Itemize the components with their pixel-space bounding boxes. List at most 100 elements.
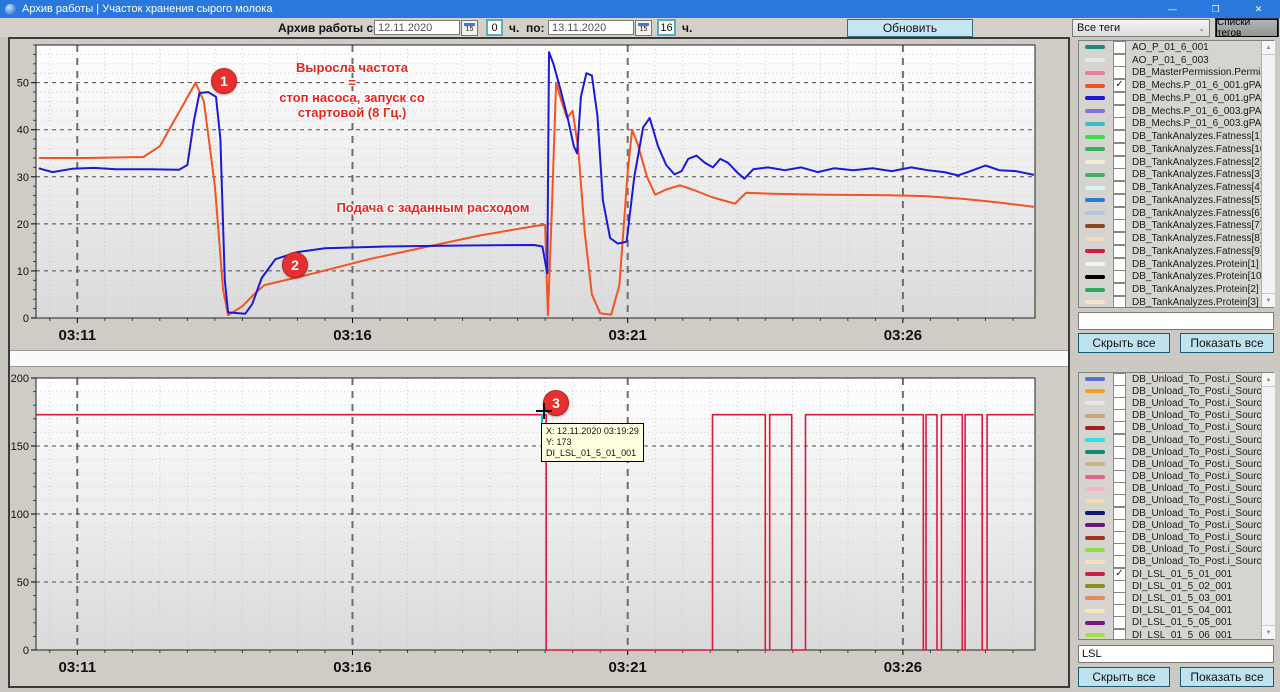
tag-checkbox[interactable]: [1113, 482, 1126, 495]
date-from-input[interactable]: [374, 20, 460, 35]
tag-row[interactable]: DB_TankAnalyzes.Fatness[10]: [1079, 143, 1273, 156]
tag-checkbox[interactable]: [1113, 629, 1126, 640]
tag-checkbox[interactable]: [1113, 434, 1126, 447]
tag-checkbox[interactable]: [1113, 232, 1126, 245]
tag-checkbox[interactable]: [1113, 41, 1126, 54]
tag-checkbox[interactable]: [1113, 421, 1126, 434]
tag-checkbox[interactable]: ✓: [1113, 568, 1126, 581]
tag-row[interactable]: DI_LSL_01_5_03_001: [1079, 592, 1273, 604]
tag-filter-input-bottom[interactable]: [1078, 645, 1274, 663]
tag-checkbox[interactable]: [1113, 543, 1126, 556]
tag-checkbox[interactable]: [1113, 245, 1126, 258]
tag-row[interactable]: DB_Unload_To_Post.i_SourceTank_LSL[17]: [1079, 422, 1273, 434]
calendar-to-button[interactable]: 15: [635, 20, 652, 36]
hour-from-input[interactable]: 0: [486, 19, 503, 36]
scroll-up-icon[interactable]: ▲: [1262, 41, 1275, 55]
tag-checkbox[interactable]: [1113, 117, 1126, 130]
tag-row[interactable]: DB_TankAnalyzes.Fatness[7]: [1079, 220, 1273, 233]
tag-checkbox[interactable]: [1113, 519, 1126, 532]
tag-row[interactable]: DB_TankAnalyzes.Protein[3]: [1079, 296, 1273, 308]
tag-row[interactable]: DB_Unload_To_Post.i_SourceTank_LSL[14]: [1079, 385, 1273, 397]
tag-row[interactable]: DB_Unload_To_Post.i_SourceTank_LSL[4]: [1079, 495, 1273, 507]
tag-row[interactable]: DB_TankAnalyzes.Protein[2]: [1079, 283, 1273, 296]
tag-checkbox[interactable]: [1113, 494, 1126, 507]
tag-checkbox[interactable]: [1113, 580, 1126, 593]
tag-row[interactable]: DB_Mechs.P_01_6_003.gPAR_Hz_M: [1079, 118, 1273, 131]
tag-row[interactable]: DB_Unload_To_Post.i_SourceTank_LSL[3]: [1079, 483, 1273, 495]
tag-checkbox[interactable]: [1113, 207, 1126, 220]
tag-row[interactable]: DB_Unload_To_Post.i_SourceTank_LSL[20]: [1079, 471, 1273, 483]
tag-checkbox[interactable]: [1113, 296, 1126, 308]
tag-row[interactable]: DB_TankAnalyzes.Protein[1]: [1079, 258, 1273, 271]
hide-all-button-top[interactable]: Скрыть все: [1078, 333, 1170, 353]
tag-checkbox[interactable]: [1113, 194, 1126, 207]
tag-checkbox[interactable]: [1113, 616, 1126, 629]
tag-row[interactable]: DB_TankAnalyzes.Fatness[6]: [1079, 207, 1273, 220]
tag-checkbox[interactable]: [1113, 446, 1126, 459]
minimize-icon[interactable]: —: [1151, 0, 1194, 18]
tag-checkbox[interactable]: [1113, 130, 1126, 143]
tag-row[interactable]: DB_Unload_To_Post.i_SourceTank_LSL[7]: [1079, 531, 1273, 543]
tag-checkbox[interactable]: [1113, 397, 1126, 410]
tag-checkbox[interactable]: [1113, 555, 1126, 568]
tag-row[interactable]: DB_Unload_To_Post.i_SourceTank_LSL[18]: [1079, 434, 1273, 446]
tag-filter-dropdown[interactable]: Все теги ⌄: [1072, 19, 1210, 37]
tag-row[interactable]: DB_Unload_To_Post.i_SourceTank_LSL[2]: [1079, 458, 1273, 470]
scroll-down-icon[interactable]: ▼: [1262, 625, 1275, 639]
tag-row[interactable]: ✓DI_LSL_01_5_01_001: [1079, 568, 1273, 580]
level-signal-trend-chart[interactable]: 03:1103:1603:2103:26050100150200: [10, 368, 1068, 686]
show-all-button-bottom[interactable]: Показать все: [1180, 667, 1274, 687]
tag-checkbox[interactable]: [1113, 604, 1126, 617]
tag-checkbox[interactable]: [1113, 54, 1126, 67]
tag-checkbox[interactable]: [1113, 258, 1126, 271]
tag-checkbox[interactable]: [1113, 592, 1126, 605]
tag-row[interactable]: DB_Unload_To_Post.i_SourceTank_LSL[6]: [1079, 519, 1273, 531]
scroll-down-icon[interactable]: ▼: [1262, 293, 1275, 307]
tag-lists-button[interactable]: Списки тегов: [1216, 19, 1278, 37]
tag-row[interactable]: DB_Unload_To_Post.i_SourceTank_LSL[8]: [1079, 544, 1273, 556]
tag-list-top[interactable]: AO_P_01_6_001AO_P_01_6_003DB_MasterPermi…: [1078, 40, 1274, 308]
tag-checkbox[interactable]: [1113, 168, 1126, 181]
tag-row[interactable]: DI_LSL_01_5_06_001: [1079, 629, 1273, 640]
tag-checkbox[interactable]: [1113, 105, 1126, 118]
tag-checkbox[interactable]: [1113, 507, 1126, 520]
tag-row[interactable]: DI_LSL_01_5_04_001: [1079, 605, 1273, 617]
tag-checkbox[interactable]: [1113, 66, 1126, 79]
tag-row[interactable]: DB_Unload_To_Post.i_SourceTank_LSL[15]: [1079, 397, 1273, 409]
tag-row[interactable]: DB_TankAnalyzes.Protein[10]: [1079, 271, 1273, 284]
calendar-from-button[interactable]: 15: [461, 20, 478, 36]
tag-filter-input-top[interactable]: [1078, 312, 1274, 330]
close-icon[interactable]: ✕: [1237, 0, 1280, 18]
tag-row[interactable]: DB_TankAnalyzes.Fatness[8]: [1079, 232, 1273, 245]
tag-row[interactable]: DB_Mechs.P_01_6_001.gPAR_Hz_M: [1079, 92, 1273, 105]
tag-row[interactable]: DI_LSL_01_5_02_001: [1079, 580, 1273, 592]
frequency-trend-chart[interactable]: 03:1103:1603:2103:2601020304050: [10, 39, 1068, 349]
tag-row[interactable]: DB_Unload_To_Post.i_SourceTank_LSL[16]: [1079, 410, 1273, 422]
maximize-icon[interactable]: ❐: [1194, 0, 1237, 18]
tag-row[interactable]: AO_P_01_6_001: [1079, 41, 1273, 54]
tag-checkbox[interactable]: [1113, 458, 1126, 471]
scroll-up-icon[interactable]: ▲: [1262, 373, 1275, 387]
tag-row[interactable]: ✓DB_Mechs.P_01_6_001.gPAR_Hz_A: [1079, 79, 1273, 92]
date-to-input[interactable]: [548, 20, 634, 35]
tag-checkbox[interactable]: [1113, 385, 1126, 398]
chart-splitter[interactable]: [10, 350, 1068, 367]
tag-checkbox[interactable]: [1113, 92, 1126, 105]
tag-row[interactable]: DB_TankAnalyzes.Fatness[3]: [1079, 169, 1273, 182]
tag-checkbox[interactable]: [1113, 470, 1126, 483]
tag-row[interactable]: DB_TankAnalyzes.Fatness[5]: [1079, 194, 1273, 207]
tag-row[interactable]: DB_TankAnalyzes.Fatness[9]: [1079, 245, 1273, 258]
scrollbar[interactable]: ▲ ▼: [1261, 41, 1275, 307]
tag-row[interactable]: AO_P_01_6_003: [1079, 54, 1273, 67]
tag-checkbox[interactable]: [1113, 219, 1126, 232]
tag-checkbox[interactable]: [1113, 531, 1126, 544]
tag-checkbox[interactable]: [1113, 143, 1126, 156]
tag-row[interactable]: DB_Unload_To_Post.i_SourceTank_LSL[19]: [1079, 446, 1273, 458]
tag-row[interactable]: DB_MasterPermission.PermissionTime: [1079, 67, 1273, 80]
tag-checkbox[interactable]: [1113, 283, 1126, 296]
refresh-button[interactable]: Обновить: [847, 19, 973, 37]
tag-row[interactable]: DB_Mechs.P_01_6_003.gPAR_Hz_A: [1079, 105, 1273, 118]
tag-list-bottom[interactable]: DB_Unload_To_Post.i_SourceTank_LSL[13]DB…: [1078, 372, 1274, 640]
tag-row[interactable]: DB_Unload_To_Post.i_SourceTank_LSL[13]: [1079, 373, 1273, 385]
tag-row[interactable]: DB_TankAnalyzes.Fatness[1]: [1079, 130, 1273, 143]
